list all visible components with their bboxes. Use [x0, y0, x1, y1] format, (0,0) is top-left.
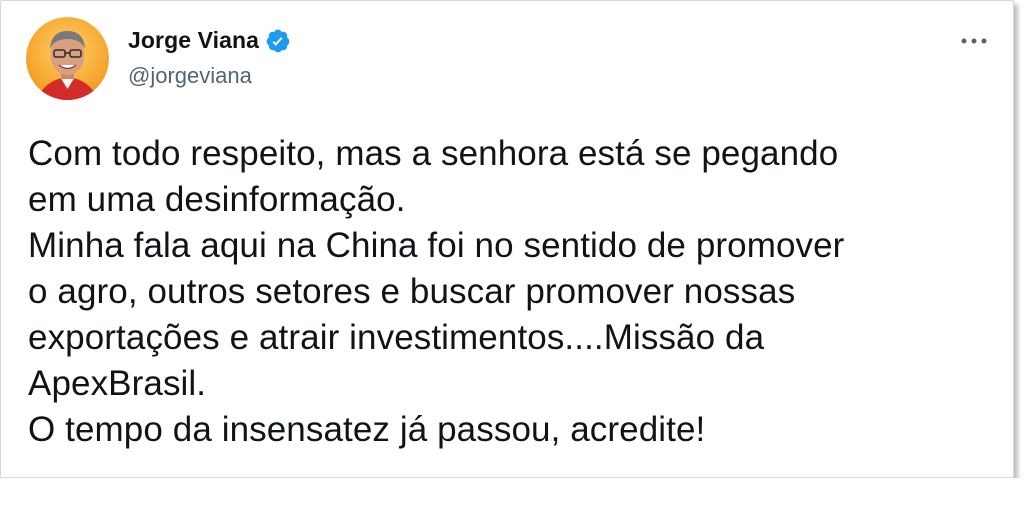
- tweet-card: Jorge Viana @jorgeviana Com todo respeit…: [0, 0, 1014, 478]
- author-handle[interactable]: @jorgeviana: [128, 63, 252, 89]
- author-name-row: Jorge Viana: [128, 27, 291, 54]
- screenshot-stage: Jorge Viana @jorgeviana Com todo respeit…: [0, 0, 1025, 512]
- more-options-icon: [961, 38, 987, 44]
- more-options-button[interactable]: [957, 29, 991, 53]
- avatar-photo-icon: [26, 17, 109, 100]
- verified-badge-icon: [265, 28, 291, 54]
- tweet-body-text: Com todo respeito, mas a senhora está se…: [28, 134, 845, 449]
- author-display-name[interactable]: Jorge Viana: [128, 27, 259, 54]
- author-avatar[interactable]: [26, 17, 109, 100]
- bottom-blank-area: [0, 478, 1025, 512]
